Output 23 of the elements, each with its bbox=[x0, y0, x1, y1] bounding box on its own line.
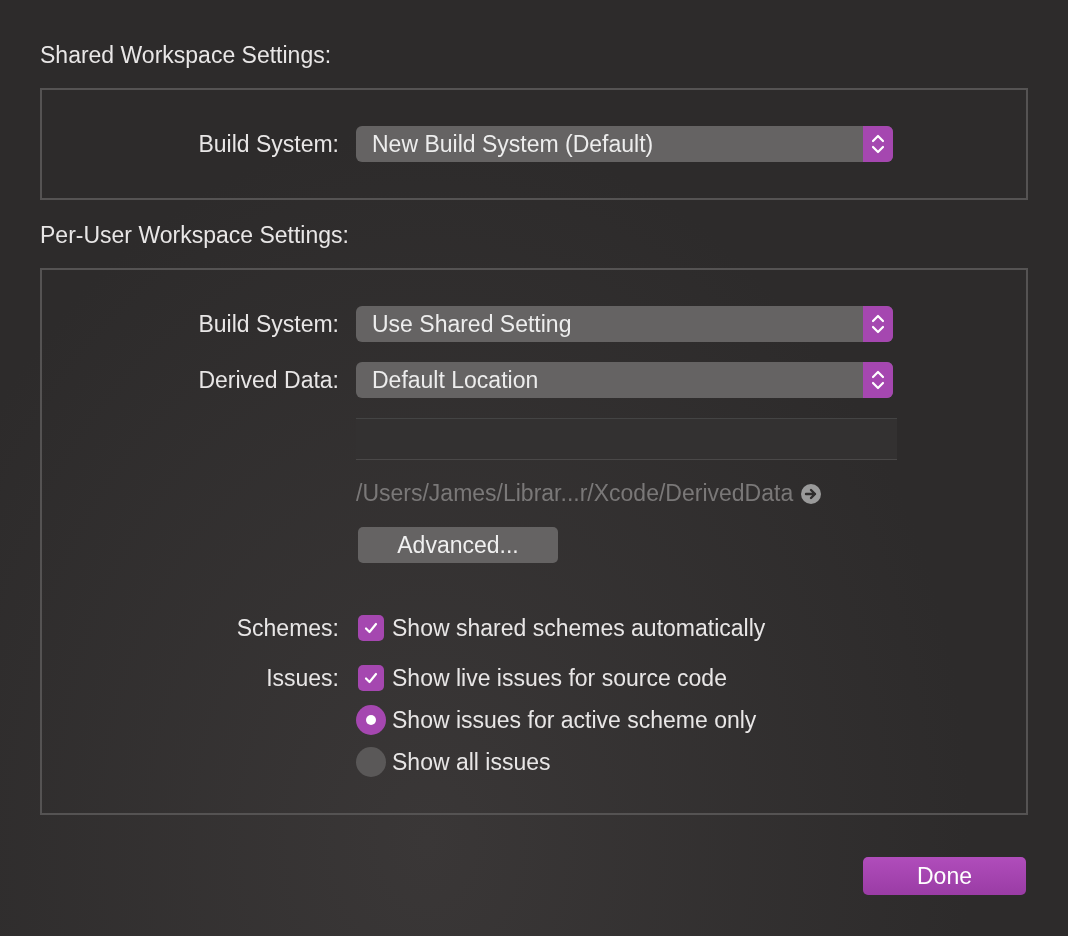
option-label: Show issues for active scheme only bbox=[392, 706, 757, 735]
field-label: Issues: bbox=[266, 664, 339, 691]
option-label: Show live issues for source code bbox=[392, 664, 727, 693]
popup-button[interactable]: Default Location bbox=[356, 362, 893, 398]
popup-button[interactable]: New Build System (Default) bbox=[356, 126, 893, 162]
arrow-circle-icon[interactable] bbox=[801, 483, 822, 504]
popup-button[interactable]: Use Shared Setting bbox=[356, 306, 893, 342]
field-label: Build System: bbox=[198, 310, 339, 337]
option-label: Show shared schemes automatically bbox=[392, 614, 766, 643]
checkbox[interactable] bbox=[358, 615, 384, 641]
option-label: Show all issues bbox=[392, 748, 551, 777]
field-label: Derived Data: bbox=[198, 366, 339, 393]
section-title: Per-User Workspace Settings: bbox=[40, 221, 350, 250]
advanced-button[interactable]: Advanced... bbox=[358, 527, 558, 563]
section-title: Shared Workspace Settings: bbox=[40, 41, 333, 70]
path-input-field[interactable] bbox=[356, 418, 897, 460]
field-label: Schemes: bbox=[236, 614, 339, 641]
radio-button[interactable] bbox=[356, 747, 386, 777]
radio-button[interactable] bbox=[356, 705, 386, 735]
done-button[interactable]: Done bbox=[863, 857, 1026, 895]
field-label: Build System: bbox=[198, 130, 339, 157]
path-text: /Users/James/Librar...r/Xcode/DerivedData bbox=[356, 480, 794, 507]
checkbox[interactable] bbox=[358, 665, 384, 691]
